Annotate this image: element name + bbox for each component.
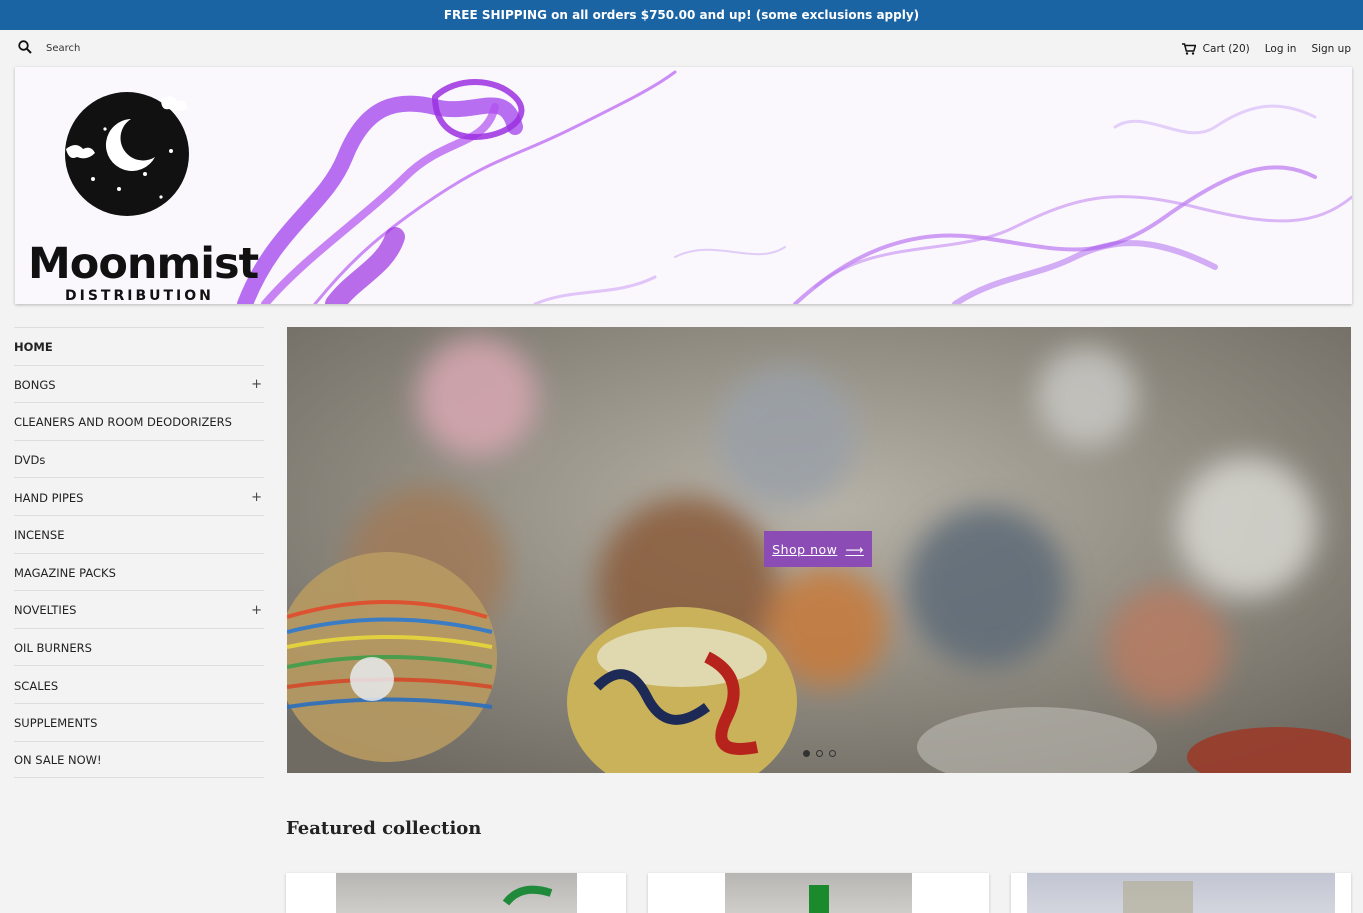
sidebar-item-supplements[interactable]: SUPPLEMENTS [14, 702, 264, 741]
product-image [336, 873, 577, 913]
sidebar-item-magazine-packs[interactable]: MAGAZINE PACKS [14, 552, 264, 591]
sidebar-item-label: DVDs [14, 453, 46, 468]
product-card[interactable] [648, 873, 989, 913]
expand-plus-icon[interactable]: + [251, 490, 264, 505]
sidebar-item-label: SUPPLEMENTS [14, 716, 98, 731]
sidebar-item-scales[interactable]: SCALES [14, 665, 264, 703]
sidebar-item-oil-burners[interactable]: OIL BURNERS [14, 627, 264, 666]
sidebar-item-novelties[interactable]: NOVELTIES + [14, 590, 264, 628]
sidebar-item-hand-pipes[interactable]: HAND PIPES + [14, 477, 264, 515]
announcement-bar: FREE SHIPPING on all orders $750.00 and … [0, 0, 1363, 30]
slide-dot-3[interactable] [829, 750, 836, 757]
logo[interactable]: Moonmist DISTRIBUTION [21, 89, 259, 304]
arrow-right-icon: ⟶ [845, 541, 864, 557]
sidebar-nav: HOME BONGS + CLEANERS AND ROOM DEODORIZERS D… [14, 327, 264, 779]
sidebar-item-label: SCALES [14, 678, 59, 693]
sidebar-item-label: HOME [14, 340, 53, 355]
product-card[interactable] [286, 873, 627, 913]
sidebar-item-on-sale-now[interactable]: ON SALE NOW! [14, 740, 264, 779]
product-card[interactable] [1010, 873, 1351, 913]
slideshow-dots [803, 750, 836, 757]
cart-icon [1181, 42, 1196, 55]
header-banner: Moonmist DISTRIBUTION [15, 67, 1352, 304]
slide-dot-1[interactable] [803, 750, 810, 757]
shop-now-button[interactable]: Shop now ⟶ [764, 531, 872, 567]
sidebar-item-label: NOVELTIES [14, 603, 77, 618]
signup-link[interactable]: Sign up [1311, 43, 1351, 55]
product-image [725, 873, 913, 913]
login-link[interactable]: Log in [1265, 43, 1297, 55]
expand-plus-icon[interactable]: + [251, 603, 264, 618]
sidebar-item-dvds[interactable]: DVDs [14, 439, 264, 478]
search-form [18, 40, 246, 57]
sidebar-item-bongs[interactable]: BONGS + [14, 364, 264, 403]
slide-dot-2[interactable] [816, 750, 823, 757]
sidebar-item-label: INCENSE [14, 528, 65, 543]
announcement-text: FREE SHIPPING on all orders $750.00 and … [443, 8, 920, 22]
hero-slideshow: Shop now ⟶ [287, 327, 1351, 773]
cart-label: Cart (20) [1202, 42, 1250, 55]
search-icon[interactable] [18, 40, 32, 57]
sidebar-item-label: HAND PIPES [14, 490, 84, 505]
sidebar-item-incense[interactable]: INCENSE [14, 514, 264, 553]
sidebar-item-label: MAGAZINE PACKS [14, 565, 116, 580]
featured-products-grid [286, 873, 1351, 913]
logo-tagline: DISTRIBUTION [65, 288, 214, 304]
logo-wordmark: Moonmist [28, 239, 259, 289]
sidebar-item-label: BONGS [14, 377, 56, 392]
sidebar-item-label: ON SALE NOW! [14, 753, 102, 768]
top-bar: Cart (20) Log in Sign up [0, 30, 1363, 67]
search-input[interactable] [46, 43, 246, 54]
expand-plus-icon[interactable]: + [251, 377, 264, 392]
shop-now-label: Shop now [772, 541, 838, 557]
sidebar-item-label: CLEANERS AND ROOM DEODORIZERS [14, 415, 232, 430]
product-image [1026, 873, 1335, 913]
featured-collection-heading: Featured collection [286, 818, 482, 839]
cart-link[interactable]: Cart (20) [1181, 42, 1250, 55]
account-links: Cart (20) Log in Sign up [1181, 42, 1351, 55]
sidebar-item-cleaners-and-room-deodorizers[interactable]: CLEANERS AND ROOM DEODORIZERS [14, 402, 264, 440]
sidebar-item-label: OIL BURNERS [14, 641, 92, 656]
sidebar-item-home[interactable]: HOME [14, 327, 264, 365]
